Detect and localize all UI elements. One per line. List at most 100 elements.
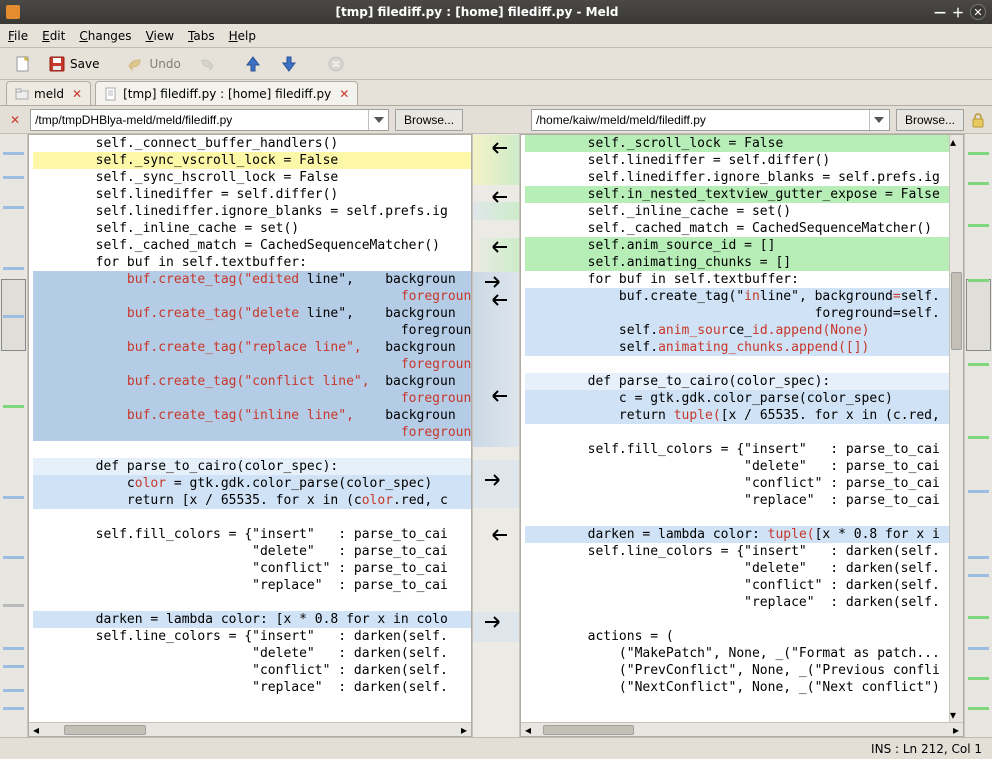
left-pane-close-button[interactable]: ✕ bbox=[6, 113, 24, 127]
menu-file[interactable]: File bbox=[8, 29, 28, 43]
code-line[interactable]: foregroun bbox=[33, 356, 471, 373]
left-code-lines[interactable]: self._connect_buffer_handlers() self._sy… bbox=[29, 135, 471, 696]
merge-left-arrow[interactable] bbox=[477, 189, 517, 205]
code-line[interactable]: self.animating_chunks = [] bbox=[525, 254, 949, 271]
menu-tabs[interactable]: Tabs bbox=[188, 29, 215, 43]
code-line[interactable]: self._cached_match = CachedSequenceMatch… bbox=[33, 237, 471, 254]
code-line[interactable]: "replace" : parse_to_cai bbox=[33, 577, 471, 594]
code-line[interactable]: for buf in self.textbuffer: bbox=[33, 254, 471, 271]
code-line[interactable]: c = gtk.gdk.color_parse(color_spec) bbox=[525, 390, 949, 407]
scroll-right-icon[interactable]: ▸ bbox=[949, 723, 963, 737]
code-line[interactable]: self.in_nested_textview_gutter_expose = … bbox=[525, 186, 949, 203]
tab-close-icon[interactable]: ✕ bbox=[72, 87, 82, 101]
merge-left-arrow[interactable] bbox=[477, 527, 517, 543]
code-line[interactable]: foregroun bbox=[33, 390, 471, 407]
code-line[interactable]: "delete" : parse_to_cai bbox=[525, 458, 949, 475]
menu-view[interactable]: View bbox=[146, 29, 174, 43]
code-line[interactable]: buf.create_tag("replace line", backgroun bbox=[33, 339, 471, 356]
code-line[interactable]: self._sync_vscroll_lock = False bbox=[33, 152, 471, 169]
scroll-down-icon[interactable]: ▾ bbox=[950, 708, 963, 722]
tab-close-icon[interactable]: ✕ bbox=[339, 87, 349, 101]
scroll-left-icon[interactable]: ◂ bbox=[521, 723, 535, 737]
code-line[interactable] bbox=[525, 424, 949, 441]
code-line[interactable]: return tuple([x / 65535. for x in (c.red… bbox=[525, 407, 949, 424]
code-line[interactable]: "replace" : parse_to_cai bbox=[525, 492, 949, 509]
code-line[interactable]: buf.create_tag("conflict line", backgrou… bbox=[33, 373, 471, 390]
merge-right-arrow[interactable] bbox=[475, 614, 515, 630]
code-line[interactable]: self._inline_cache = set() bbox=[525, 203, 949, 220]
merge-left-arrow[interactable] bbox=[477, 140, 517, 156]
prev-change-button[interactable] bbox=[237, 52, 269, 76]
code-line[interactable]: foreground=self. bbox=[525, 305, 949, 322]
code-line[interactable]: self.anim_source_id = [] bbox=[525, 237, 949, 254]
code-line[interactable]: def parse_to_cairo(color_spec): bbox=[33, 458, 471, 475]
code-line[interactable]: def parse_to_cairo(color_spec): bbox=[525, 373, 949, 390]
left-path-dropdown[interactable] bbox=[368, 110, 388, 130]
code-line[interactable]: self.line_colors = {"insert" : darken(se… bbox=[33, 628, 471, 645]
close-button[interactable]: ✕ bbox=[970, 4, 986, 20]
merge-right-arrow[interactable] bbox=[475, 274, 515, 290]
code-line[interactable]: self.linediffer = self.differ() bbox=[33, 186, 471, 203]
code-line[interactable] bbox=[525, 356, 949, 373]
right-overview[interactable] bbox=[964, 134, 992, 737]
right-vscrollbar[interactable]: ▴ ▾ bbox=[949, 135, 963, 722]
code-line[interactable]: darken = lambda color: [x * 0.8 for x in… bbox=[33, 611, 471, 628]
code-line[interactable] bbox=[525, 509, 949, 526]
code-line[interactable]: self.line_colors = {"insert" : darken(se… bbox=[525, 543, 949, 560]
right-path-combo[interactable] bbox=[531, 109, 890, 131]
code-line[interactable]: "replace" : darken(self. bbox=[33, 679, 471, 696]
right-path-input[interactable] bbox=[532, 113, 869, 127]
code-line[interactable]: self._sync_hscroll_lock = False bbox=[33, 169, 471, 186]
merge-left-arrow[interactable] bbox=[477, 388, 517, 404]
merge-right-arrow[interactable] bbox=[475, 472, 515, 488]
code-line[interactable]: foregroun bbox=[33, 288, 471, 305]
code-line[interactable]: ("PrevConflict", None, _("Previous confl… bbox=[525, 662, 949, 679]
menu-changes[interactable]: Changes bbox=[79, 29, 131, 43]
left-overview[interactable] bbox=[0, 134, 28, 737]
stop-button[interactable] bbox=[321, 53, 351, 75]
code-line[interactable]: self.anim_source_id.append(None) bbox=[525, 322, 949, 339]
right-path-dropdown[interactable] bbox=[869, 110, 889, 130]
left-browse-button[interactable]: Browse... bbox=[395, 109, 463, 131]
code-line[interactable] bbox=[33, 441, 471, 458]
code-line[interactable]: foregroun bbox=[33, 424, 471, 441]
code-line[interactable]: for buf in self.textbuffer: bbox=[525, 271, 949, 288]
new-button[interactable] bbox=[8, 53, 38, 75]
code-line[interactable]: self.linediffer = self.differ() bbox=[525, 152, 949, 169]
code-line[interactable]: self.animating_chunks.append([]) bbox=[525, 339, 949, 356]
code-line[interactable] bbox=[33, 509, 471, 526]
save-button[interactable]: Save bbox=[42, 53, 105, 75]
code-line[interactable]: self._connect_buffer_handlers() bbox=[33, 135, 471, 152]
code-line[interactable]: self._inline_cache = set() bbox=[33, 220, 471, 237]
left-path-combo[interactable] bbox=[30, 109, 389, 131]
tab-diff[interactable]: [tmp] filediff.py : [home] filediff.py ✕ bbox=[95, 81, 358, 105]
code-line[interactable]: "delete" : darken(self. bbox=[33, 645, 471, 662]
code-line[interactable]: buf.create_tag("edited line", backgroun bbox=[33, 271, 471, 288]
code-line[interactable]: self.linediffer.ignore_blanks = self.pre… bbox=[525, 169, 949, 186]
redo-button[interactable] bbox=[191, 53, 221, 75]
right-code-pane[interactable]: self._scroll_lock = False self.linediffe… bbox=[520, 134, 964, 737]
undo-button[interactable]: Undo bbox=[121, 53, 186, 75]
code-line[interactable]: buf.create_tag("inline", background=self… bbox=[525, 288, 949, 305]
left-hscrollbar[interactable]: ◂ ▸ bbox=[29, 722, 471, 736]
code-line[interactable]: "conflict" : parse_to_cai bbox=[33, 560, 471, 577]
code-line[interactable]: darken = lambda color: tuple([x * 0.8 fo… bbox=[525, 526, 949, 543]
merge-left-arrow[interactable] bbox=[477, 292, 517, 308]
lock-icon[interactable] bbox=[970, 112, 986, 128]
code-line[interactable]: self.fill_colors = {"insert" : parse_to_… bbox=[33, 526, 471, 543]
code-line[interactable]: "conflict" : darken(self. bbox=[525, 577, 949, 594]
left-path-input[interactable] bbox=[31, 113, 368, 127]
scroll-up-icon[interactable]: ▴ bbox=[950, 135, 963, 149]
left-code-pane[interactable]: self._connect_buffer_handlers() self._sy… bbox=[28, 134, 472, 737]
code-line[interactable] bbox=[525, 611, 949, 628]
menu-edit[interactable]: Edit bbox=[42, 29, 65, 43]
code-line[interactable]: buf.create_tag("inline line", backgroun bbox=[33, 407, 471, 424]
code-line[interactable]: "delete" : darken(self. bbox=[525, 560, 949, 577]
code-line[interactable]: ("MakePatch", None, _("Format as patch..… bbox=[525, 645, 949, 662]
code-line[interactable]: actions = ( bbox=[525, 628, 949, 645]
maximize-button[interactable]: ＋ bbox=[952, 4, 964, 21]
code-line[interactable]: buf.create_tag("delete line", backgroun bbox=[33, 305, 471, 322]
code-line[interactable]: color = gtk.gdk.color_parse(color_spec) bbox=[33, 475, 471, 492]
code-line[interactable]: ("NextConflict", None, _("Next conflict"… bbox=[525, 679, 949, 696]
next-change-button[interactable] bbox=[273, 52, 305, 76]
